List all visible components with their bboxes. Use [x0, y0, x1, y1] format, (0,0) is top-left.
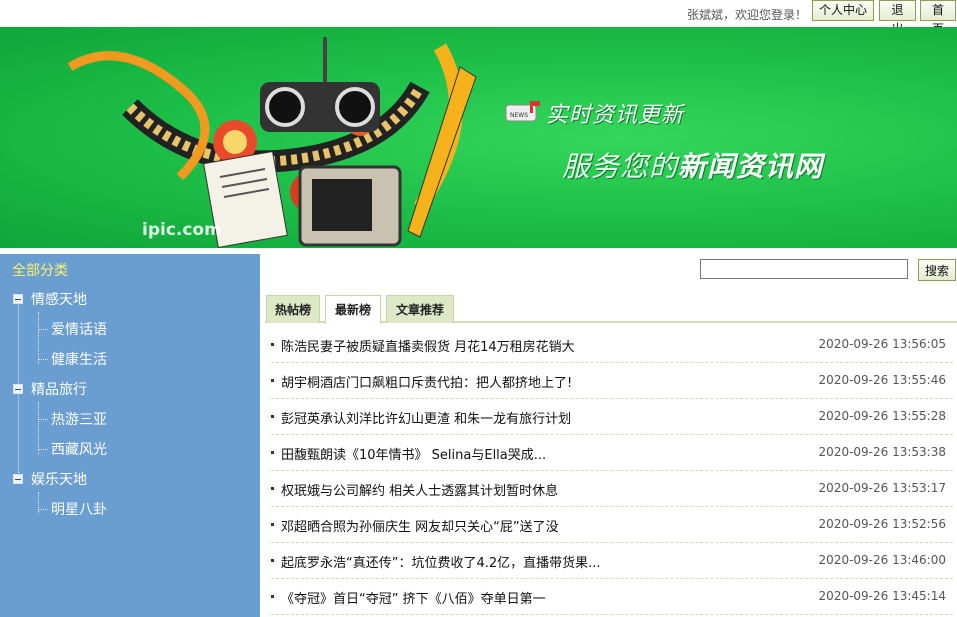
ranking-tabs: 热帖榜 最新榜 文章推荐 — [265, 295, 957, 324]
news-list-item: 起底罗永浩“真还传”：坑位费收了4.2亿，直播带货果... 2020-09-26… — [271, 543, 953, 579]
sidebar-item-label: 明星八卦 — [51, 502, 107, 518]
home-button[interactable]: 首页 — [920, 0, 956, 36]
news-title-link[interactable]: 陈浩民妻子被质疑直播卖假货 月花14万租房花销大 — [281, 336, 575, 355]
sidebar-item-label: 西藏风光 — [51, 442, 107, 458]
search-input[interactable] — [700, 259, 908, 279]
news-time: 2020-09-26 13:53:38 — [818, 445, 946, 459]
sidebar-item-label: 健康生活 — [51, 352, 107, 368]
news-time: 2020-09-26 13:46:00 — [818, 553, 946, 567]
media-collage-illustration — [67, 37, 477, 248]
personal-center-button[interactable]: 个人中心 — [812, 0, 874, 21]
bullet-icon — [271, 487, 274, 490]
news-title-link[interactable]: 胡宇桐酒店门口飙粗口斥责代拍：把人都挤地上了! — [281, 372, 572, 391]
news-list-item: 陈浩民妻子被质疑直播卖假货 月花14万租房花销大 2020-09-26 13:5… — [271, 327, 953, 363]
bullet-icon — [271, 559, 274, 562]
sidebar-item-love-words[interactable]: 爱情话语 — [0, 318, 260, 340]
news-title-link[interactable]: 田馥甄朗读《10年情书》 Selina与Ella哭成... — [281, 444, 546, 463]
welcome-text: 张斌斌，欢迎您登录！ — [686, 8, 807, 22]
news-list-item: 权珉娥与公司解约 相关人士透露其计划暂时休息 2020-09-26 13:53:… — [271, 471, 953, 507]
tree-connector — [38, 359, 48, 360]
news-time: 2020-09-26 13:45:14 — [818, 589, 946, 603]
sidebar-item-celebrity-gossip[interactable]: 明星八卦 — [0, 498, 260, 520]
news-title-link[interactable]: 《夺冠》首日“夺冠” 挤下《八佰》夺单日第一 — [281, 588, 546, 607]
news-list-item: 田馥甄朗读《10年情书》 Selina与Ella哭成... 2020-09-26… — [271, 435, 953, 471]
sidebar-group-label: 精品旅行 — [31, 382, 87, 398]
tree-connector — [38, 449, 48, 450]
sidebar-all-categories[interactable]: 全部分类 — [12, 260, 68, 280]
bullet-icon — [271, 415, 274, 418]
bullet-icon — [271, 595, 274, 598]
sidebar-group-label: 娱乐天地 — [31, 472, 87, 488]
category-sidebar: 全部分类 情感天地 爱情话语 健康生活 精品旅行 热游三亚 西藏风光 娱乐天地 … — [0, 254, 260, 617]
news-time: 2020-09-26 13:55:46 — [818, 373, 946, 387]
sidebar-group-emotion[interactable]: 情感天地 — [0, 288, 260, 310]
bullet-icon — [271, 343, 274, 346]
bullet-icon — [271, 523, 274, 526]
news-title-link[interactable]: 邓超晒合照为孙俪庆生 网友却只关心“屁”送了没 — [281, 516, 559, 535]
news-time: 2020-09-26 13:56:05 — [818, 337, 946, 351]
news-title-link[interactable]: 彭冠英承认刘洋比许幻山更渣 和朱一龙有旅行计划 — [281, 408, 571, 427]
news-mailbox-icon: NEWS — [504, 99, 544, 129]
tree-connector — [38, 419, 48, 420]
sidebar-group-entertainment[interactable]: 娱乐天地 — [0, 468, 260, 490]
sidebar-item-sanya[interactable]: 热游三亚 — [0, 408, 260, 430]
news-title-link[interactable]: 起底罗永浩“真还传”：坑位费收了4.2亿，直播带货果... — [281, 552, 601, 571]
collapse-icon[interactable] — [13, 384, 23, 394]
sidebar-group-travel[interactable]: 精品旅行 — [0, 378, 260, 400]
logout-button[interactable]: 退出 — [879, 0, 916, 36]
svg-text:NEWS: NEWS — [510, 112, 528, 119]
banner-watermark: ipic.com — [142, 220, 222, 240]
tree-connector — [38, 509, 48, 510]
bullet-icon — [271, 379, 274, 382]
banner-slogan-realtime: 实时资讯更新 — [546, 103, 685, 128]
banner: NEWS 实时资讯更新 服务您的新闻资讯网 ipic.com — [0, 27, 957, 248]
banner-slogan-service: 服务您的新闻资讯网 — [562, 145, 823, 185]
bullet-icon — [271, 451, 274, 454]
news-list-item: 胡宇桐酒店门口飙粗口斥责代拍：把人都挤地上了! 2020-09-26 13:55… — [271, 363, 953, 399]
sidebar-group-label: 情感天地 — [31, 292, 87, 308]
news-time: 2020-09-26 13:55:28 — [818, 409, 946, 423]
search-button[interactable]: 搜索 — [918, 259, 956, 281]
sidebar-item-label: 热游三亚 — [51, 412, 107, 428]
news-time: 2020-09-26 13:52:56 — [818, 517, 946, 531]
main-content: 搜索 热帖榜 最新榜 文章推荐 陈浩民妻子被质疑直播卖假货 月花14万租房花销大… — [265, 254, 957, 617]
news-time: 2020-09-26 13:53:17 — [818, 481, 946, 495]
top-bar: 张斌斌，欢迎您登录！ 个人中心 退出 首页 — [0, 0, 957, 36]
news-list-item: 《夺冠》首日“夺冠” 挤下《八佰》夺单日第一 2020-09-26 13:45:… — [271, 579, 953, 615]
sidebar-item-healthy-life[interactable]: 健康生活 — [0, 348, 260, 370]
tab-recommended[interactable]: 文章推荐 — [386, 295, 454, 323]
sidebar-item-tibet[interactable]: 西藏风光 — [0, 438, 260, 460]
banner-slogan-strong: 新闻资讯网 — [678, 150, 824, 183]
tree-connector — [38, 329, 48, 330]
tab-latest[interactable]: 最新榜 — [325, 295, 381, 324]
sidebar-item-label: 爱情话语 — [51, 322, 107, 338]
news-list-item: 彭冠英承认刘洋比许幻山更渣 和朱一龙有旅行计划 2020-09-26 13:55… — [271, 399, 953, 435]
tab-hot-posts[interactable]: 热帖榜 — [266, 295, 320, 323]
collapse-icon[interactable] — [13, 294, 23, 304]
collapse-icon[interactable] — [13, 474, 23, 484]
news-title-link[interactable]: 权珉娥与公司解约 相关人士透露其计划暂时休息 — [281, 480, 558, 499]
banner-slogan-prefix: 服务您的 — [562, 150, 679, 183]
news-list-item: 邓超晒合照为孙俪庆生 网友却只关心“屁”送了没 2020-09-26 13:52… — [271, 507, 953, 543]
